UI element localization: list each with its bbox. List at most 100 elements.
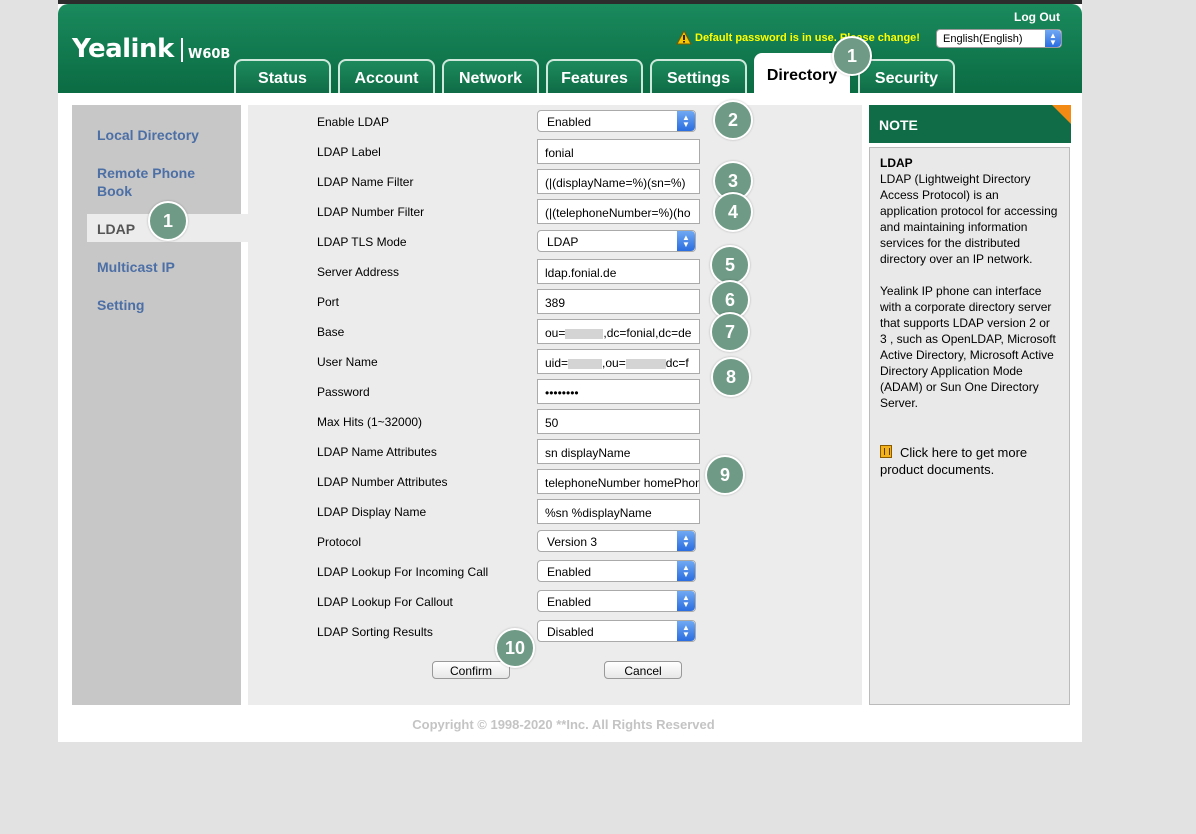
annotation-badge: 4 [713,192,753,232]
lookup-incoming-value: Enabled [547,565,592,579]
language-value: English(English) [943,33,1023,45]
select-arrows-icon: ▲ ▼ [677,621,695,641]
enable-ldap-select[interactable]: Enabled ▲ ▼ [537,110,696,132]
redacted-blur [625,358,666,369]
redacted-blur [568,358,603,369]
number-filter-label: LDAP Number Filter [317,205,425,219]
select-arrows-icon: ▲ ▼ [677,231,695,251]
tab-network[interactable]: Network [442,59,539,93]
protocol-value: Version 3 [547,535,598,549]
base-value-prefix: ou= [545,326,566,340]
lookup-callout-select[interactable]: Enabled ▲ ▼ [537,590,696,612]
sorting-label: LDAP Sorting Results [317,625,433,639]
annotation-badge: 9 [705,455,745,495]
sidebar-item-local-directory[interactable]: Local Directory [97,126,227,144]
name-filter-label: LDAP Name Filter [317,175,414,189]
warning-icon [676,30,692,45]
lookup-incoming-select[interactable]: Enabled ▲ ▼ [537,560,696,582]
model-name: W60B [188,47,231,62]
product-documents-link[interactable]: Click here to get more product documents… [880,444,1060,478]
annotation-badge: 1 [148,201,188,241]
logo-separator [181,38,183,62]
note-header: NOTE [869,105,1071,143]
note-paragraph-1: LDAP (Lightweight Directory Access Proto… [880,172,1058,266]
annotation-badge: 2 [713,100,753,140]
copyright-text: Copyright © 1998-2020 **Inc. All Rights … [412,717,715,732]
name-attributes-label: LDAP Name Attributes [317,445,437,459]
password-warning[interactable]: Default password is in use. Please chang… [676,30,920,45]
display-name-input[interactable]: %sn %displayName [537,499,700,524]
number-attributes-input[interactable]: telephoneNumber homePhon [537,469,700,494]
warning-text[interactable]: Default password is in use. Please chang… [695,32,920,44]
note-title: LDAP [880,156,913,170]
number-attributes-label: LDAP Number Attributes [317,475,448,489]
ldap-label-label: LDAP Label [317,145,381,159]
confirm-button[interactable]: Confirm [432,661,510,679]
password-label: Password [317,385,370,399]
tls-mode-label: LDAP TLS Mode [317,235,407,249]
ldap-label-input[interactable]: fonial [537,139,700,164]
tab-settings[interactable]: Settings [650,59,747,93]
note-paragraph-2: Yealink IP phone can interface with a co… [880,284,1056,410]
tls-mode-select[interactable]: LDAP ▲ ▼ [537,230,696,252]
display-name-label: LDAP Display Name [317,505,427,519]
base-input[interactable]: ou= ,dc=fonial,dc=de [537,319,700,344]
max-hits-input[interactable]: 50 [537,409,700,434]
max-hits-label: Max Hits (1~32000) [317,415,423,429]
base-value-suffix: ,dc=fonial,dc=de [603,326,692,340]
user-name-suffix: dc=f [665,356,689,370]
tls-mode-value: LDAP [547,235,579,249]
select-arrows-icon: ▲ ▼ [677,561,695,581]
product-documents-text[interactable]: Click here to get more product documents… [880,445,1027,477]
sorting-value: Disabled [547,625,594,639]
tab-features[interactable]: Features [546,59,643,93]
annotation-badge: 10 [495,628,535,668]
user-name-input[interactable]: uid= ,ou= dc=f [537,349,700,374]
port-input[interactable]: 389 [537,289,700,314]
note-panel: LDAP LDAP (Lightweight Directory Access … [869,147,1070,705]
note-heading: NOTE [879,117,918,133]
logout-link[interactable]: Log Out [1014,10,1060,24]
select-arrows-icon: ▲ ▼ [1045,30,1061,47]
annotation-badge: 1 [832,36,872,76]
header: Yealink W60B Log Out Default password is… [58,4,1082,97]
protocol-label: Protocol [317,535,362,549]
sorting-select[interactable]: Disabled ▲ ▼ [537,620,696,642]
number-filter-input[interactable]: (|(telephoneNumber=%)(ho [537,199,700,224]
tab-account[interactable]: Account [338,59,435,93]
select-arrows-icon: ▲ ▼ [677,531,695,551]
lookup-callout-value: Enabled [547,595,592,609]
lookup-callout-label: LDAP Lookup For Callout [317,595,453,609]
cancel-button[interactable]: Cancel [604,661,682,679]
tab-status[interactable]: Status [234,59,331,93]
tab-security[interactable]: Security [858,59,955,93]
server-address-label: Server Address [317,265,400,279]
name-filter-input[interactable]: (|(displayName=%)(sn=%) [537,169,700,194]
enable-ldap-label: Enable LDAP [317,115,390,129]
sidebar-item-setting[interactable]: Setting [97,296,227,314]
server-address-input[interactable]: ldap.fonial.de [537,259,700,284]
note-corner-fold [1052,105,1071,124]
document-icon [880,445,892,458]
sidebar-item-multicast-ip[interactable]: Multicast IP [97,258,227,276]
protocol-select[interactable]: Version 3 ▲ ▼ [537,530,696,552]
base-label: Base [317,325,345,339]
redacted-blur [565,328,604,339]
annotation-badge: 7 [710,312,750,352]
brand-logo: Yealink [72,34,174,64]
port-label: Port [317,295,340,309]
ldap-form-panel [248,105,862,705]
annotation-badge: 8 [711,357,751,397]
select-arrows-icon: ▲ ▼ [677,111,695,131]
select-arrows-icon: ▲ ▼ [677,591,695,611]
enable-ldap-value: Enabled [547,115,592,129]
language-select[interactable]: English(English) ▲ ▼ [936,29,1062,48]
user-name-label: User Name [317,355,378,369]
user-name-prefix: uid= [545,356,569,370]
name-attributes-input[interactable]: sn displayName [537,439,700,464]
sidebar-item-remote-phone-book[interactable]: Remote Phone Book [97,164,227,200]
password-input[interactable]: •••••••• [537,379,700,404]
lookup-incoming-label: LDAP Lookup For Incoming Call [317,565,489,579]
annotation-badge: 5 [710,245,750,285]
user-name-middle: ,ou= [602,356,626,370]
